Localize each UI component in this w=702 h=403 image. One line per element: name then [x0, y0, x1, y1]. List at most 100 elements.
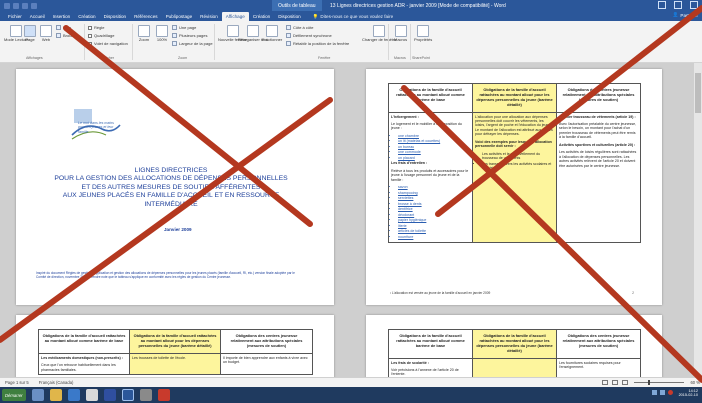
tab-accueil[interactable]: Accueil	[26, 12, 49, 21]
brouillon-label: Brouillon	[63, 33, 79, 38]
sync-scroll-button[interactable]: Défilement synchrone	[286, 33, 332, 38]
cell-text: Les activités de loisirs régulières sont…	[559, 150, 637, 168]
page-cover: Le mot dans les mains pour les jeunes et…	[16, 69, 334, 305]
cell-heading: Voici des exemples pour lesquels l'alloc…	[475, 139, 552, 149]
magnifier-icon	[138, 25, 150, 37]
people-icon[interactable]	[31, 389, 44, 401]
table-cell: Il importe de bien apprendre aux enfants…	[220, 352, 313, 376]
list-item: Les transports vers les activités scolai…	[482, 162, 554, 171]
brouillon-view-button[interactable]: Brouillon	[56, 33, 79, 38]
plan-view-button[interactable]: Plan	[56, 25, 71, 30]
pdf-icon[interactable]	[157, 389, 170, 401]
group-label-affichages: Affichages	[26, 56, 43, 60]
network-icon[interactable]	[651, 390, 657, 396]
vertical-scrollbar[interactable]	[694, 63, 702, 377]
group-label-afficher: Afficher	[102, 56, 115, 60]
side-by-side-button[interactable]: Côte à côte	[286, 25, 313, 30]
tab-creation[interactable]: Création	[74, 12, 99, 21]
list-item: brosse à dents	[398, 202, 470, 206]
quadrillage-checkbox[interactable]: Quadrillage	[88, 33, 114, 38]
web-view-icon	[40, 25, 52, 37]
lightbulb-icon: 💡	[312, 13, 319, 19]
close-icon[interactable]	[690, 1, 698, 9]
scrollbar-thumb[interactable]	[695, 73, 701, 113]
tab-table-disposition[interactable]: Disposition	[274, 12, 304, 21]
page-footnote: ¹ L'allocation est versée au jeune de la…	[390, 291, 491, 295]
window-title: 13 Lignes directrices gestion ADR - janv…	[330, 2, 506, 9]
tab-disposition[interactable]: Disposition	[100, 12, 130, 21]
list-item: un bureau	[398, 145, 470, 149]
reset-window-button[interactable]: Rétablir la position de la fenêtre	[286, 41, 349, 46]
share-button[interactable]: 👤 Partager	[673, 12, 698, 18]
web-view-button[interactable]: Web	[40, 25, 52, 42]
tab-fichier[interactable]: Fichier	[4, 12, 26, 21]
regle-checkbox[interactable]: Règle	[88, 25, 104, 30]
tell-me-box[interactable]: 💡 Dites-nous ce que vous voulez faire	[313, 12, 394, 21]
group-label-zoom: Zoom	[178, 56, 188, 60]
word-icon[interactable]	[121, 389, 134, 401]
tab-publipostage[interactable]: Publipostage	[162, 12, 197, 21]
maximize-icon[interactable]	[674, 1, 682, 9]
clock-date: 2015-02-10	[678, 392, 698, 397]
switch-window-button[interactable]: Changer de fenêtre	[362, 25, 396, 42]
header-cell: Obligations de la famille d'accueil ratt…	[388, 329, 473, 359]
zoom-slider-thumb[interactable]	[648, 380, 650, 385]
minimize-icon[interactable]	[658, 1, 666, 9]
tab-affichage[interactable]: Affichage	[221, 12, 249, 21]
chrome-icon[interactable]	[85, 389, 98, 401]
table-header-row: Obligations de la famille d'accueil ratt…	[388, 83, 641, 113]
one-page-label: Une page	[179, 25, 197, 30]
group-separator	[84, 24, 85, 60]
redo-icon[interactable]	[22, 2, 28, 9]
zoom-label: Zoom	[138, 37, 150, 42]
document-workspace[interactable]: Le mot dans les mains pour les jeunes et…	[0, 63, 702, 377]
zoom-100-button[interactable]: 100%	[156, 25, 168, 42]
navigation-pane-checkbox[interactable]: Volet de navigation	[88, 41, 128, 46]
app-icon[interactable]	[139, 389, 152, 401]
list-item: papier hygiénique	[398, 218, 470, 222]
folder-icon[interactable]	[49, 389, 62, 401]
multiple-pages-button[interactable]: Plusieurs pages	[172, 33, 207, 38]
internet-explorer-icon[interactable]	[67, 389, 80, 401]
page-view-button[interactable]: Page	[24, 25, 36, 42]
start-button[interactable]: Démarrer	[2, 389, 26, 401]
one-page-icon	[172, 25, 177, 30]
bullet-list: une chambre un lit (matelas et couettes)…	[391, 134, 470, 160]
volume-icon[interactable]	[659, 390, 665, 396]
cover-title: LIGNES DIRECTRICES POUR LA GESTION DES A…	[36, 167, 306, 209]
zoom-slider[interactable]	[634, 380, 684, 385]
one-page-button[interactable]: Une page	[172, 25, 196, 30]
language-indicator[interactable]: Français (Canada)	[39, 380, 74, 385]
draft-icon	[56, 33, 61, 38]
outline-icon	[56, 25, 61, 30]
page-count[interactable]: Page 1 sur 5	[5, 380, 29, 385]
customize-icon[interactable]	[31, 2, 37, 9]
checkbox-icon	[88, 25, 92, 30]
web-view-label: Web	[41, 37, 51, 42]
table-header-row: Obligations de la famille d'accueil ratt…	[38, 329, 313, 354]
macros-button[interactable]: Macros	[394, 25, 407, 42]
obligations-table: Obligations de la famille d'accueil ratt…	[38, 329, 313, 376]
list-item: Les activités et le renouvellement du tr…	[482, 152, 554, 161]
properties-button[interactable]: Propriétés	[414, 25, 432, 42]
save-icon[interactable]	[4, 2, 10, 9]
page-width-button[interactable]: Largeur de la page	[172, 41, 213, 46]
tab-references[interactable]: Références	[130, 12, 162, 21]
web-layout-icon[interactable]	[622, 380, 628, 385]
zoom-button[interactable]: Zoom	[138, 25, 150, 42]
alert-icon[interactable]	[667, 390, 673, 396]
reset-window-icon	[286, 41, 291, 46]
undo-icon[interactable]	[13, 2, 19, 9]
split-button[interactable]: Fractionner	[262, 25, 282, 42]
tab-insertion[interactable]: Insertion	[49, 12, 75, 21]
print-layout-icon[interactable]	[612, 380, 618, 385]
read-mode-icon[interactable]	[602, 380, 608, 385]
tab-revision[interactable]: Révision	[196, 12, 222, 21]
tab-table-creation[interactable]: Création	[249, 12, 274, 21]
macros-icon	[394, 25, 407, 37]
clock[interactable]: 14:12 2015-02-10	[679, 389, 698, 397]
multiple-pages-label: Plusieurs pages	[179, 33, 208, 38]
obligations-table: Obligations de la famille d'accueil ratt…	[388, 329, 641, 377]
outlook-icon[interactable]	[103, 389, 116, 401]
zoom-level[interactable]: 60 %	[690, 380, 700, 385]
